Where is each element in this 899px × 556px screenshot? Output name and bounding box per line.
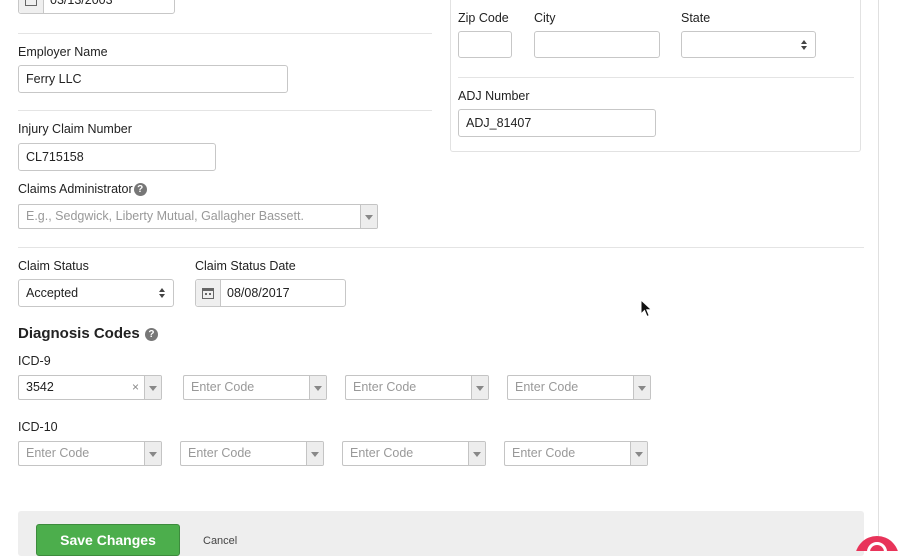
select-arrows-icon <box>801 40 808 51</box>
select-arrows-icon <box>159 288 166 299</box>
calendar-icon[interactable] <box>196 280 221 306</box>
icd9-label: ICD-9 <box>18 354 51 368</box>
icd10-code-select-3[interactable]: Enter Code <box>342 441 486 466</box>
claim-status-select[interactable]: Accepted <box>18 279 174 307</box>
icd9-code-value: 3542 <box>26 380 54 394</box>
chevron-down-icon[interactable] <box>633 376 650 399</box>
icd9-code-select-3[interactable]: Enter Code <box>345 375 489 400</box>
chevron-down-icon[interactable] <box>630 442 647 465</box>
chevron-down-icon[interactable] <box>306 442 323 465</box>
claim-status-value: Accepted <box>26 286 79 300</box>
icd9-code-select-2[interactable]: Enter Code <box>183 375 327 400</box>
divider <box>458 77 854 78</box>
icd10-label: ICD-10 <box>18 420 58 434</box>
diagnosis-codes-heading: Diagnosis Codes ? <box>18 325 158 342</box>
save-changes-button[interactable]: Save Changes <box>36 524 180 556</box>
chevron-down-icon[interactable] <box>144 442 161 465</box>
claim-status-date-label: Claim Status Date <box>195 259 296 273</box>
icd9-code-placeholder: Enter Code <box>515 380 579 394</box>
calendar-icon <box>19 0 44 13</box>
divider <box>18 110 432 111</box>
clear-icon[interactable]: × <box>132 376 139 399</box>
claims-administrator-select[interactable]: E.g., Sedgwick, Liberty Mutual, Gallaghe… <box>18 204 378 229</box>
help-icon[interactable]: ? <box>144 328 158 341</box>
state-label: State <box>681 11 711 25</box>
chevron-down-icon[interactable] <box>360 205 377 228</box>
icd9-code-placeholder: Enter Code <box>191 380 255 394</box>
top-date-field[interactable]: 03/13/2003 <box>18 0 175 14</box>
claims-administrator-label: Claims Administrator? <box>18 182 147 196</box>
divider <box>18 33 432 34</box>
icd10-code-select-1[interactable]: Enter Code <box>18 441 162 466</box>
cancel-link[interactable]: Cancel <box>203 535 237 547</box>
diagnosis-codes-title: Diagnosis Codes <box>18 325 140 342</box>
icd10-code-placeholder: Enter Code <box>512 446 576 460</box>
icd10-code-select-4[interactable]: Enter Code <box>504 441 648 466</box>
help-icon[interactable]: ? <box>133 183 147 196</box>
zip-code-label: Zip Code <box>458 11 509 25</box>
zip-code-input[interactable] <box>458 31 512 58</box>
injury-claim-number-label: Injury Claim Number <box>18 122 132 136</box>
claims-administrator-placeholder: E.g., Sedgwick, Liberty Mutual, Gallaghe… <box>26 209 304 223</box>
city-label: City <box>534 11 556 25</box>
support-chat-icon[interactable] <box>855 536 899 551</box>
icd9-code-select-1[interactable]: 3542 × <box>18 375 162 400</box>
injury-claim-number-input[interactable]: CL715158 <box>18 143 216 171</box>
icd9-code-select-4[interactable]: Enter Code <box>507 375 651 400</box>
top-date-value: 03/13/2003 <box>50 0 113 7</box>
icd10-code-placeholder: Enter Code <box>350 446 414 460</box>
icd10-code-placeholder: Enter Code <box>26 446 90 460</box>
icd10-code-select-2[interactable]: Enter Code <box>180 441 324 466</box>
icd10-code-placeholder: Enter Code <box>188 446 252 460</box>
state-select[interactable] <box>681 31 816 58</box>
adj-number-input[interactable]: ADJ_81407 <box>458 109 656 137</box>
chevron-down-icon[interactable] <box>309 376 326 399</box>
claims-administrator-label-text: Claims Administrator <box>18 182 133 196</box>
page-edge-line <box>878 0 879 551</box>
city-input[interactable] <box>534 31 660 58</box>
claim-status-label: Claim Status <box>18 259 89 273</box>
chevron-down-icon[interactable] <box>471 376 488 399</box>
divider <box>18 247 864 248</box>
employer-name-input[interactable]: Ferry LLC <box>18 65 288 93</box>
employer-name-label: Employer Name <box>18 45 108 59</box>
chevron-down-icon[interactable] <box>468 442 485 465</box>
mouse-cursor-icon <box>640 299 653 318</box>
claim-status-date-input[interactable]: 08/08/2017 <box>195 279 346 307</box>
claim-status-date-value: 08/08/2017 <box>227 286 290 300</box>
adj-number-label: ADJ Number <box>458 89 530 103</box>
icd9-code-placeholder: Enter Code <box>353 380 417 394</box>
chevron-down-icon[interactable] <box>144 376 161 399</box>
